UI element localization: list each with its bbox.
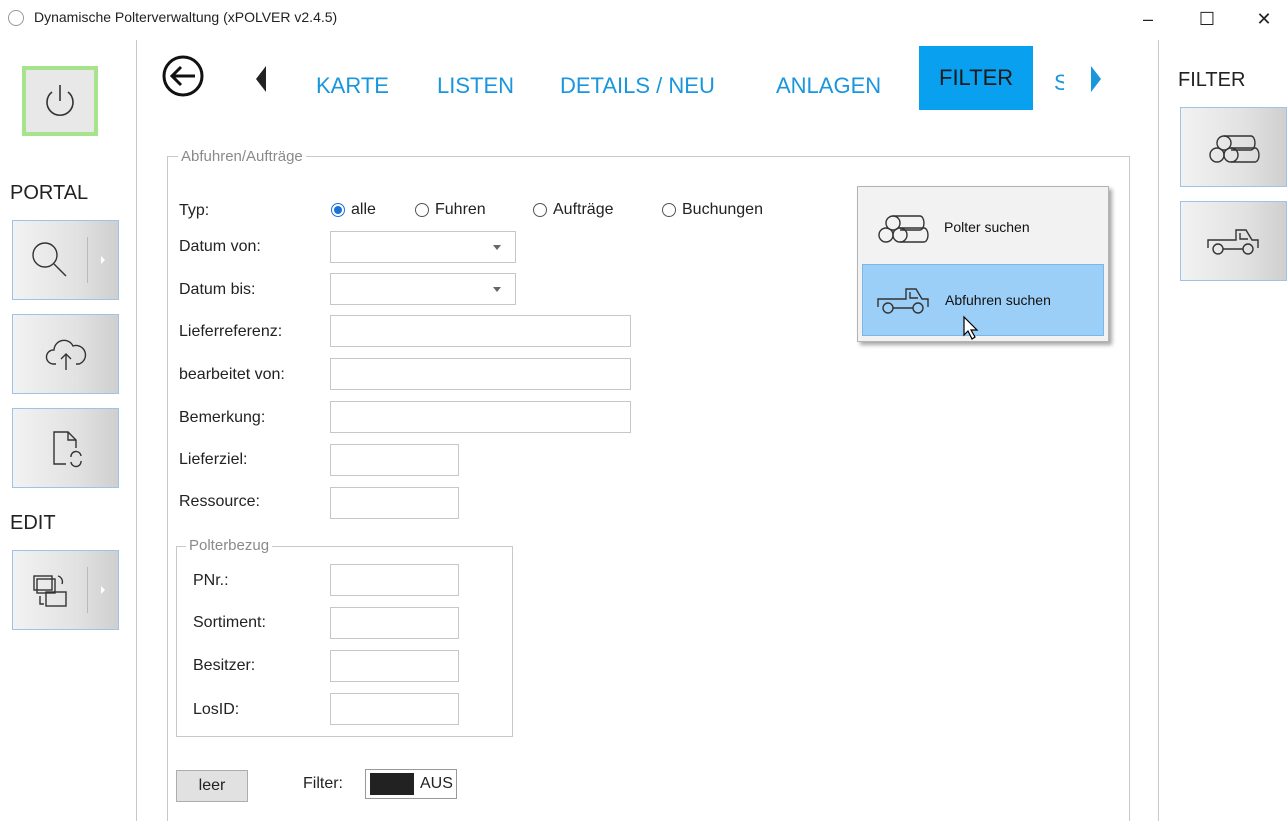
window-title: Dynamische Polterverwaltung (xPOLVER v2.…	[34, 9, 338, 25]
radio-dot	[662, 203, 676, 217]
pnr-input[interactable]	[330, 564, 459, 596]
groupbox-title: Abfuhren/Aufträge	[178, 148, 306, 165]
caret-left-icon	[256, 66, 266, 92]
ressource-input[interactable]	[330, 487, 459, 519]
logs-icon	[878, 215, 929, 243]
nav-prev-button[interactable]	[254, 64, 268, 99]
chevron-right-icon	[101, 586, 106, 594]
search-button[interactable]	[12, 220, 119, 300]
tab-listen[interactable]: LISTEN	[437, 62, 514, 110]
filter-popup-menu: Polter suchen Abfuhren suchen	[857, 186, 1109, 342]
right-panel-title: FILTER	[1178, 69, 1246, 91]
bearbeitet-von-input[interactable]	[330, 358, 631, 390]
bemerkung-input[interactable]	[330, 401, 631, 433]
pickup-truck-icon	[1206, 229, 1259, 255]
bemerkung-label: Bemerkung:	[179, 409, 266, 426]
chevron-down-icon	[493, 287, 501, 292]
chevron-right-icon	[101, 256, 106, 264]
search-icon	[32, 242, 67, 277]
file-sync-button[interactable]	[12, 408, 119, 488]
tab-details-neu[interactable]: DETAILS / NEU	[560, 62, 715, 110]
radio-dot	[415, 203, 429, 217]
chevron-down-icon	[493, 245, 501, 250]
lieferziel-label: Lieferziel:	[179, 451, 248, 468]
edit-dropdown-arrow[interactable]	[88, 585, 118, 595]
filter-toggle[interactable]: AUS	[365, 769, 457, 799]
lieferreferenz-label: Lieferreferenz:	[179, 323, 283, 340]
upload-button[interactable]	[12, 314, 119, 394]
folders-swap-icon	[33, 575, 67, 607]
radio-dot	[533, 203, 547, 217]
sortiment-input[interactable]	[330, 607, 459, 639]
typ-label: Typ:	[179, 202, 210, 219]
besitzer-input[interactable]	[330, 650, 459, 682]
search-dropdown-arrow[interactable]	[88, 255, 118, 265]
left-separator	[136, 40, 137, 821]
caret-right-icon	[1091, 66, 1101, 92]
lieferziel-input[interactable]	[330, 444, 459, 476]
tab-filter[interactable]: FILTER	[919, 46, 1034, 110]
radio-auftraege[interactable]: Aufträge	[533, 201, 613, 219]
close-button[interactable]: ✕	[1241, 4, 1287, 34]
datum-von-label: Datum von:	[179, 238, 261, 255]
tab-karte[interactable]: KARTE	[316, 62, 389, 110]
ressource-label: Ressource:	[179, 493, 260, 510]
popup-item-polter-suchen[interactable]: Polter suchen	[862, 191, 1104, 263]
power-button[interactable]	[22, 66, 98, 136]
losid-label: LosID:	[193, 701, 240, 718]
pickup-truck-icon	[877, 288, 929, 314]
toggle-knob	[370, 773, 414, 795]
edit-move-button[interactable]	[12, 550, 119, 630]
radio-alle[interactable]: alle	[331, 201, 376, 219]
portal-label: PORTAL	[10, 182, 89, 204]
leer-button[interactable]: leer	[176, 770, 248, 802]
sortiment-label: Sortiment:	[193, 614, 266, 631]
filter-toggle-state: AUS	[420, 775, 453, 792]
mouse-cursor-icon	[963, 315, 979, 340]
bearbeitet-von-label: bearbeitet von:	[179, 366, 285, 383]
edit-label: EDIT	[10, 512, 56, 534]
polter-filter-button[interactable]	[1180, 107, 1287, 187]
pnr-label: PNr.:	[193, 572, 229, 589]
lieferreferenz-input[interactable]	[330, 315, 631, 347]
tab-overflow[interactable]: S	[1054, 70, 1064, 96]
right-separator	[1158, 40, 1159, 821]
filter-label: Filter:	[303, 775, 343, 792]
back-arrow-icon	[162, 55, 204, 97]
polterbezug-title: Polterbezug	[186, 537, 273, 554]
logs-icon	[1208, 135, 1260, 163]
besitzer-label: Besitzer:	[193, 657, 256, 674]
popup-item-label: Polter suchen	[944, 219, 1030, 235]
datum-bis-label: Datum bis:	[179, 281, 256, 298]
popup-item-abfuhren-suchen[interactable]: Abfuhren suchen	[862, 264, 1104, 336]
datum-von-picker[interactable]	[330, 231, 516, 263]
nav-next-button[interactable]	[1089, 64, 1103, 99]
file-sync-icon	[52, 431, 82, 468]
power-icon	[46, 85, 74, 117]
back-button[interactable]	[155, 54, 209, 98]
app-icon	[8, 10, 24, 26]
radio-dot	[331, 203, 345, 217]
minimize-button[interactable]: –	[1125, 4, 1171, 34]
tab-anlagen[interactable]: ANLAGEN	[776, 62, 881, 110]
cloud-upload-icon	[45, 339, 86, 370]
datum-bis-picker[interactable]	[330, 273, 516, 305]
title-bar: Dynamische Polterverwaltung (xPOLVER v2.…	[0, 0, 1287, 38]
abfuhren-filter-button[interactable]	[1180, 201, 1287, 281]
popup-item-label: Abfuhren suchen	[945, 292, 1051, 308]
maximize-button[interactable]: ☐	[1184, 4, 1230, 34]
losid-input[interactable]	[330, 693, 459, 725]
radio-fuhren[interactable]: Fuhren	[415, 201, 486, 219]
radio-buchungen[interactable]: Buchungen	[662, 201, 763, 219]
